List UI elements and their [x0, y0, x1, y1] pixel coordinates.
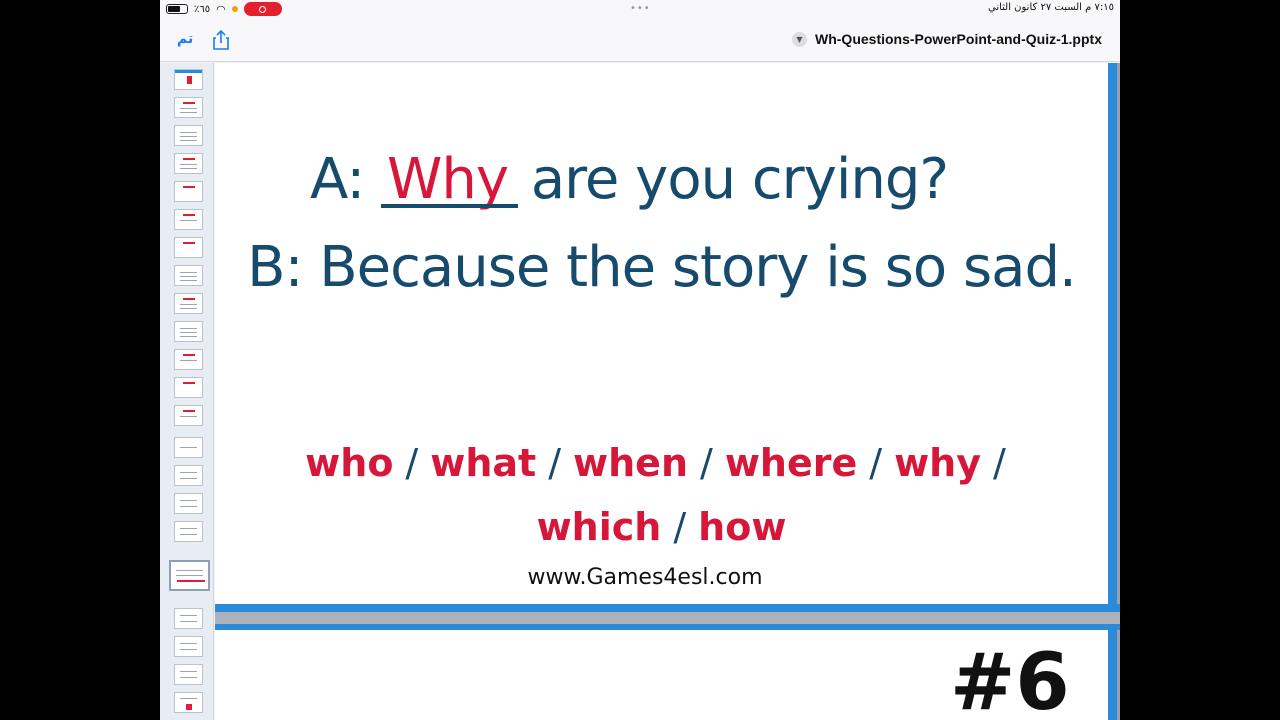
status-bar: ٪٦٥ ◠ ••• ٧:١٥ م السبت ٢٧ كانون الثاني — [160, 0, 1120, 18]
slide-thumbnail[interactable] — [174, 349, 203, 370]
battery-icon — [166, 4, 188, 14]
speaker-a-label: A: — [310, 147, 381, 212]
slide-thumbnail[interactable] — [174, 465, 203, 486]
choice-who: who — [305, 441, 394, 485]
slide-thumbnail[interactable] — [174, 265, 203, 286]
slide-thumbnail[interactable] — [174, 69, 203, 90]
slide-divider — [215, 612, 1120, 624]
choice-separator: / — [993, 441, 1006, 485]
choice-how: how — [698, 505, 787, 549]
status-time-date: ٧:١٥ م السبت ٢٧ كانون الثاني — [987, 2, 1114, 13]
choice-separator: / — [700, 441, 713, 485]
slide-thumbnail[interactable] — [174, 437, 203, 458]
slide-thumbnail[interactable] — [174, 493, 203, 514]
slide-thumbnail[interactable] — [174, 636, 203, 657]
choice-where: where — [724, 441, 858, 485]
chevron-down-icon[interactable]: ▼ — [792, 31, 807, 47]
slide-viewer[interactable]: A: Why are you crying? B: Because the st… — [215, 63, 1120, 720]
choice-separator: / — [548, 441, 562, 485]
question-line: A: Why are you crying? — [310, 147, 949, 212]
answer-blank-underline — [381, 204, 519, 208]
choice-separator: / — [869, 441, 883, 485]
answer-word: Why — [381, 147, 519, 212]
slide-thumbnail[interactable] — [174, 405, 203, 426]
choice-separator: / — [405, 441, 419, 485]
slide-number-label: #6 — [950, 638, 1070, 720]
ipad-screen: ٪٦٥ ◠ ••• ٧:١٥ م السبت ٢٧ كانون الثاني ت… — [160, 0, 1120, 720]
navigation-bar: تم ▼ Wh-Questions-PowerPoint-and-Quiz-1.… — [160, 18, 1120, 62]
wifi-icon: ◠ — [216, 2, 226, 16]
slide-thumbnail[interactable] — [174, 377, 203, 398]
document-title-menu[interactable]: ▼ Wh-Questions-PowerPoint-and-Quiz-1.ppt… — [792, 31, 1102, 47]
screen-recording-icon[interactable] — [243, 2, 282, 16]
slide-thumbnail[interactable] — [174, 153, 203, 174]
battery-percentage: ٪٦٥ — [194, 3, 211, 15]
slide-thumbnail[interactable] — [174, 237, 203, 258]
slide-thumbnail[interactable] — [174, 521, 203, 542]
document-title: Wh-Questions-PowerPoint-and-Quiz-1.pptx — [815, 31, 1102, 47]
slide-thumbnail[interactable] — [174, 181, 203, 202]
answer-line: B: Because the story is so sad. — [247, 235, 1077, 300]
slide-border-accent — [215, 604, 1120, 612]
choice-what: what — [430, 441, 537, 485]
slide-border-accent — [1108, 630, 1117, 720]
website-credit: www.Games4esl.com — [527, 565, 763, 590]
slide-thumbnail[interactable] — [174, 97, 203, 118]
choice-when: when — [573, 441, 688, 485]
question-rest: are you crying? — [514, 147, 949, 212]
choice-which: which — [536, 505, 662, 549]
slide-thumbnail[interactable] — [174, 125, 203, 146]
slide-thumbnail[interactable] — [174, 321, 203, 342]
slide-border-accent — [1108, 63, 1117, 608]
status-left: ٪٦٥ ◠ — [166, 2, 282, 16]
slide-thumbnail[interactable] — [174, 692, 203, 713]
slide-thumbnail-selected[interactable] — [169, 560, 210, 591]
slide-thumbnail[interactable] — [174, 608, 203, 629]
next-slide: #6 — [215, 630, 1108, 720]
current-slide: A: Why are you crying? B: Because the st… — [215, 63, 1108, 604]
share-icon[interactable] — [210, 29, 232, 51]
slide-thumbnail-sidebar[interactable] — [160, 63, 214, 720]
slide-thumbnail[interactable] — [174, 209, 203, 230]
microphone-indicator-icon — [231, 6, 238, 12]
slide-thumbnail[interactable] — [174, 664, 203, 685]
choice-separator: / — [673, 505, 687, 549]
answer-text: Why — [387, 147, 509, 212]
slide-thumbnail[interactable] — [174, 293, 203, 314]
question-word-choices: who / what / when / where / why / which / how — [215, 431, 1108, 559]
done-button[interactable]: تم — [177, 31, 193, 47]
multitasking-dots-icon[interactable]: ••• — [630, 3, 651, 14]
choice-why: why — [894, 441, 982, 485]
